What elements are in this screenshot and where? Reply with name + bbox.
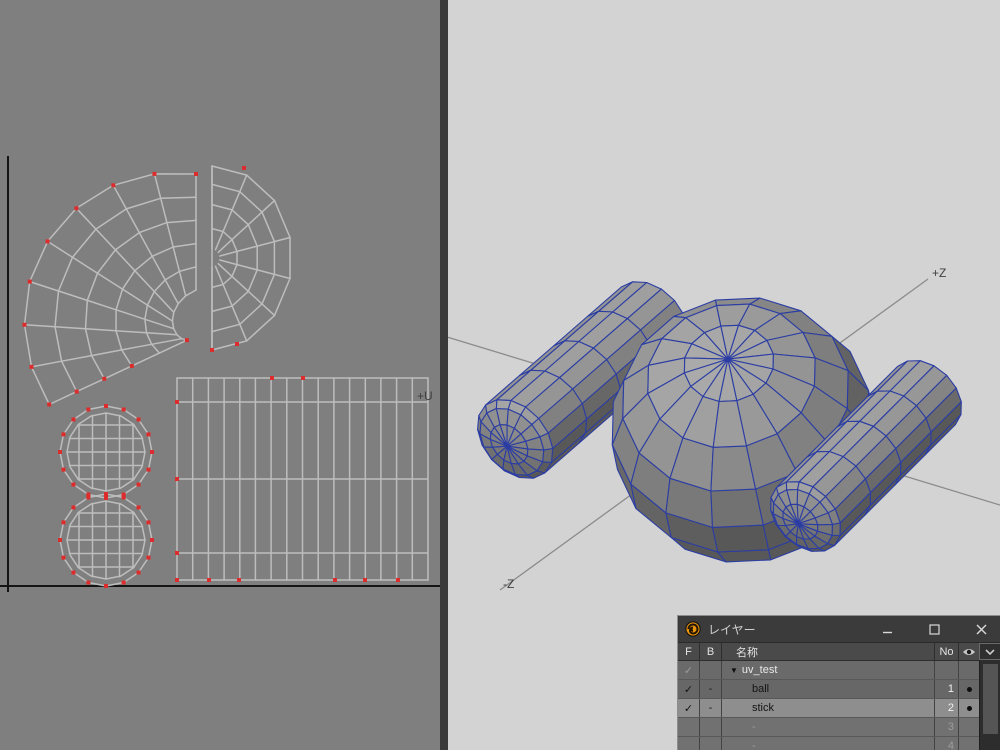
back-visible-cell[interactable] [700, 661, 722, 679]
back-visible-cell[interactable] [700, 737, 722, 750]
layer-number [935, 661, 959, 679]
front-visible-checkbox[interactable]: ✓ [678, 699, 700, 717]
minimize-icon[interactable] [882, 624, 893, 635]
layer-number: 3 [935, 718, 959, 736]
back-visible-cell[interactable]: - [700, 699, 722, 717]
app-root: +U +Z -Z レイヤー [0, 0, 1000, 750]
metasequoia-logo-icon [685, 621, 701, 637]
layer-current-cell[interactable] [959, 661, 979, 679]
layer-list-header: F B 名称 No [678, 643, 979, 661]
layer-number: 4 [935, 737, 959, 750]
front-visible-checkbox[interactable] [678, 718, 700, 736]
layer-list: ✓▼uv_test✓-ball1✓-stick2-3-4 [678, 661, 979, 750]
column-header-front: F [678, 643, 700, 660]
front-visible-checkbox[interactable]: ✓ [678, 680, 700, 698]
u-axis-label: +U [417, 389, 433, 403]
layer-window-title: レイヤー [708, 621, 756, 638]
layer-current-cell[interactable] [959, 718, 979, 736]
scene-meshes [478, 282, 962, 562]
layer-name[interactable]: - [722, 718, 935, 736]
layer-name[interactable]: ball [722, 680, 935, 698]
maximize-icon[interactable] [929, 624, 940, 635]
layer-window-titlebar[interactable]: レイヤー [678, 616, 1000, 643]
layer-row-empty-3[interactable]: -3 [678, 718, 979, 737]
layer-name[interactable]: stick [722, 699, 935, 717]
layer-window: レイヤー F B [677, 615, 1000, 750]
column-header-back: B [700, 643, 722, 660]
front-visible-checkbox[interactable]: ✓ [678, 661, 700, 679]
chevron-down-icon[interactable] [979, 643, 1000, 660]
column-header-name: 名称 [722, 643, 935, 660]
axis-label-minus-z: -Z [503, 577, 514, 591]
back-visible-cell[interactable] [700, 718, 722, 736]
layer-row-ball[interactable]: ✓-ball1 [678, 680, 979, 699]
panel-splitter[interactable] [440, 0, 448, 750]
window-controls [882, 624, 987, 635]
axis-label-plus-z: +Z [932, 266, 946, 280]
layer-name[interactable]: - [722, 737, 935, 750]
front-visible-checkbox[interactable] [678, 737, 700, 750]
layer-number: 1 [935, 680, 959, 698]
close-icon[interactable] [976, 624, 987, 635]
eye-icon[interactable] [959, 643, 979, 660]
layer-row-stick[interactable]: ✓-stick2 [678, 699, 979, 718]
uv-canvas[interactable]: +U [0, 0, 440, 750]
current-dot-icon [967, 706, 972, 711]
layer-current-cell[interactable] [959, 699, 979, 717]
layer-panel-rail [979, 643, 1000, 750]
current-dot-icon [967, 687, 972, 692]
uv-wireframe [0, 156, 440, 592]
layer-row-empty-4[interactable]: -4 [678, 737, 979, 750]
layer-scrollbar-thumb[interactable] [983, 664, 998, 734]
layer-current-cell[interactable] [959, 737, 979, 750]
layer-number: 2 [935, 699, 959, 717]
back-visible-cell[interactable]: - [700, 680, 722, 698]
column-header-number: No [935, 643, 959, 660]
layer-current-cell[interactable] [959, 680, 979, 698]
layer-scrollbar[interactable] [979, 660, 1000, 750]
layer-name[interactable]: ▼uv_test [722, 661, 935, 679]
expand-arrow-icon[interactable]: ▼ [730, 666, 738, 675]
uv-editor-viewport[interactable]: +U [0, 0, 440, 750]
layer-row-uv_test[interactable]: ✓ ▼uv_test [678, 661, 979, 680]
